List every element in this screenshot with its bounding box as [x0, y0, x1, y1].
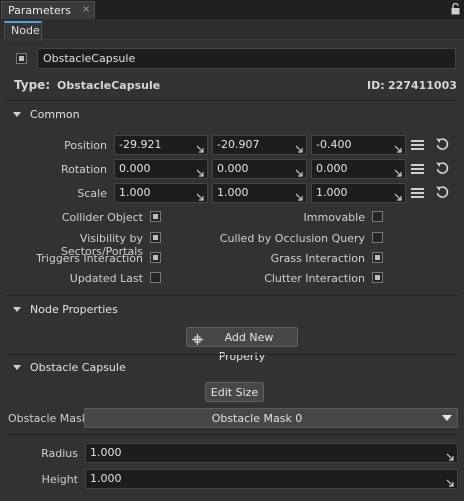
type-label: Type:: [14, 78, 51, 92]
divider: [6, 100, 458, 101]
expand-arrow-icon: [295, 165, 303, 177]
scale-x-field[interactable]: 1.000: [114, 183, 208, 203]
menu-icon[interactable]: [411, 164, 424, 175]
sub-tab-bar: [0, 19, 464, 40]
rotation-y-field[interactable]: 0.000: [212, 159, 307, 179]
position-label: Position: [64, 139, 107, 152]
triggers-interaction-label: Triggers Interaction: [36, 252, 143, 265]
clutter-interaction-checkbox[interactable]: [372, 272, 383, 283]
reset-icon[interactable]: [435, 185, 449, 199]
height-value: 1.000: [90, 472, 122, 485]
edit-size-button[interactable]: Edit Size: [205, 382, 264, 402]
scale-z-field[interactable]: 1.000: [311, 183, 406, 203]
rotation-x-value: 0.000: [119, 162, 151, 175]
tab-parameters[interactable]: Parameters ×: [1, 1, 95, 19]
scale-label: Scale: [77, 187, 107, 200]
immovable-label: Immovable: [303, 211, 365, 224]
radius-label: Radius: [41, 447, 78, 460]
collapse-triangle-icon[interactable]: [13, 307, 21, 312]
expand-arrow-icon: [446, 475, 454, 487]
updated-last-checkbox[interactable]: [150, 272, 161, 283]
position-z-field[interactable]: -0.400: [311, 135, 406, 155]
position-z-value: -0.400: [316, 138, 352, 151]
scale-x-value: 1.000: [119, 186, 151, 199]
tab-node[interactable]: Node: [4, 21, 42, 41]
obstacle-capsule-section-title[interactable]: Obstacle Capsule: [30, 361, 126, 374]
culled-occlusion-label: Culled by Occlusion Query: [219, 232, 365, 245]
add-new-property-button[interactable]: Add New Property: [186, 327, 298, 363]
collapse-triangle-icon[interactable]: [13, 112, 21, 117]
collapse-triangle-icon[interactable]: [13, 365, 21, 370]
reset-icon[interactable]: [435, 161, 449, 175]
position-y-field[interactable]: -20.907: [212, 135, 307, 155]
lock-icon[interactable]: [451, 2, 460, 15]
radius-field[interactable]: 1.000: [85, 443, 458, 463]
add-new-property-label: Add New Property: [218, 331, 274, 363]
clutter-interaction-label: Clutter Interaction: [264, 272, 365, 285]
collider-object-label: Collider Object: [61, 211, 143, 224]
visibility-sectors-checkbox[interactable]: [150, 232, 161, 243]
position-y-value: -20.907: [217, 138, 260, 151]
scale-z-value: 1.000: [316, 186, 348, 199]
node-name-field[interactable]: ObstacleCapsule: [37, 48, 456, 69]
expand-arrow-icon: [446, 449, 454, 461]
common-section-title[interactable]: Common: [30, 108, 80, 121]
rotation-x-field[interactable]: 0.000: [114, 159, 208, 179]
rotation-z-field[interactable]: 0.000: [311, 159, 406, 179]
scale-y-value: 1.000: [217, 186, 249, 199]
rotation-label: Rotation: [60, 163, 107, 176]
type-value: ObstacleCapsule: [57, 79, 161, 92]
menu-icon[interactable]: [411, 140, 424, 151]
divider: [6, 434, 458, 435]
obstacle-mask-dropdown[interactable]: Obstacle Mask 0: [84, 408, 458, 428]
expand-arrow-icon: [196, 141, 204, 153]
obstacle-mask-label: Obstacle Mask: [8, 412, 89, 425]
obstacle-mask-value: Obstacle Mask 0: [211, 412, 303, 425]
id-value: 227411003: [388, 79, 457, 92]
chevron-down-icon: [442, 415, 452, 421]
expand-arrow-icon: [295, 141, 303, 153]
height-label: Height: [41, 473, 78, 486]
node-enabled-checkbox[interactable]: [16, 53, 27, 64]
node-properties-section-title[interactable]: Node Properties: [30, 303, 118, 316]
expand-arrow-icon: [394, 165, 402, 177]
expand-arrow-icon: [196, 189, 204, 201]
expand-arrow-icon: [196, 165, 204, 177]
triggers-interaction-checkbox[interactable]: [150, 252, 161, 263]
rotation-y-value: 0.000: [217, 162, 249, 175]
reset-icon[interactable]: [435, 137, 449, 151]
updated-last-label: Updated Last: [69, 272, 143, 285]
grass-interaction-label: Grass Interaction: [270, 252, 365, 265]
tab-node-label: Node: [11, 24, 40, 37]
radius-value: 1.000: [90, 446, 122, 459]
position-x-value: -29.921: [119, 138, 162, 151]
tab-parameters-label: Parameters: [8, 4, 71, 17]
position-x-field[interactable]: -29.921: [114, 135, 208, 155]
divider: [6, 354, 458, 355]
id-label: ID:: [367, 79, 385, 92]
collider-object-checkbox[interactable]: [150, 211, 161, 222]
culled-occlusion-checkbox[interactable]: [372, 232, 383, 243]
rotation-z-value: 0.000: [316, 162, 348, 175]
immovable-checkbox[interactable]: [372, 211, 383, 222]
divider: [6, 295, 458, 296]
close-icon[interactable]: ×: [82, 4, 90, 15]
expand-arrow-icon: [394, 189, 402, 201]
grass-interaction-checkbox[interactable]: [372, 252, 383, 263]
scale-y-field[interactable]: 1.000: [212, 183, 307, 203]
expand-arrow-icon: [295, 189, 303, 201]
plus-icon: [192, 332, 203, 345]
expand-arrow-icon: [394, 141, 402, 153]
menu-icon[interactable]: [411, 188, 424, 199]
height-field[interactable]: 1.000: [85, 469, 458, 489]
